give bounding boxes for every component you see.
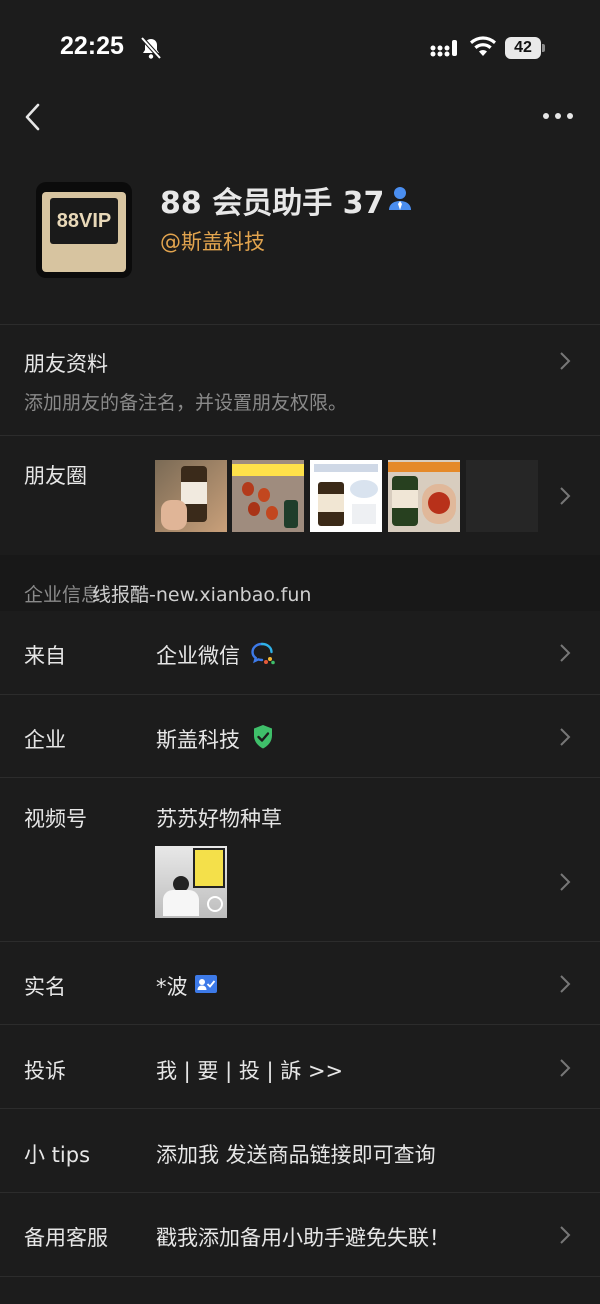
enterprise-value: 斯盖科技 (156, 728, 240, 752)
cellular-signal-icon (430, 40, 457, 57)
status-bar: 22:25 42 (0, 0, 600, 96)
divider (0, 324, 600, 325)
complaint-value: 我 | 要 | 投 | 訴 >> (156, 1059, 344, 1083)
realname-label: 实名 (24, 975, 66, 999)
channels-label: 视频号 (24, 807, 87, 831)
moments-thumbnail (310, 460, 382, 532)
chevron-right-icon (560, 975, 571, 993)
chevron-right-icon (560, 352, 571, 370)
tips-value: 添加我 发送商品链接即可查询 (156, 1143, 436, 1167)
divider (0, 1276, 600, 1277)
enterprise-section-title: 企业信息 (24, 584, 101, 606)
id-verified-icon (195, 975, 217, 993)
avatar-text: 88VIP (50, 198, 118, 244)
battery-level: 42 (514, 39, 532, 56)
backup-label: 备用客服 (24, 1226, 108, 1250)
moments-thumbnail (155, 460, 227, 532)
enterprise-label: 企业 (24, 728, 66, 752)
chevron-right-icon (560, 487, 571, 505)
company-handle[interactable]: @斯盖科技 (160, 226, 265, 256)
friend-info-label: 朋友资料 (24, 352, 108, 376)
verified-shield-icon (254, 725, 272, 749)
chevron-right-icon (560, 873, 571, 891)
tips-label: 小 tips (24, 1143, 91, 1167)
wecom-icon (251, 642, 275, 665)
contact-name: 88 会员助手 37 (160, 186, 385, 221)
moments-thumbnail (388, 460, 460, 532)
divider (0, 694, 600, 695)
divider (0, 941, 600, 942)
from-value: 企业微信 (156, 644, 240, 668)
channels-value: 苏苏好物种草 (156, 807, 282, 831)
moments-thumbnail (232, 460, 304, 532)
wifi-icon (470, 36, 496, 56)
realname-value: *波 (156, 975, 188, 999)
more-options-icon[interactable] (542, 108, 574, 124)
chevron-right-icon (560, 728, 571, 746)
moments-label: 朋友圈 (24, 464, 87, 488)
complaint-label: 投诉 (24, 1059, 66, 1083)
avatar[interactable]: 88VIP (36, 182, 132, 278)
moments-thumbnail-empty (466, 460, 538, 532)
friend-info-hint: 添加朋友的备注名，并设置朋友权限。 (24, 392, 348, 414)
battery-indicator: 42 (505, 37, 545, 59)
enterprise-user-icon (389, 187, 411, 210)
watermark: 线报酷-new.xianbao.fun (92, 584, 312, 606)
chevron-right-icon (560, 1226, 571, 1244)
divider (0, 435, 600, 436)
divider (0, 1024, 600, 1025)
channels-video-thumbnail (155, 846, 227, 918)
back-arrow-icon[interactable] (22, 100, 46, 134)
divider (0, 1192, 600, 1193)
from-label: 来自 (24, 644, 66, 668)
backup-value: 戳我添加备用小助手避免失联！ (156, 1226, 450, 1250)
chevron-right-icon (560, 1059, 571, 1077)
bell-muted-icon (140, 36, 162, 60)
chevron-right-icon (560, 644, 571, 662)
divider (0, 1108, 600, 1109)
status-time: 22:25 (60, 32, 124, 60)
divider (0, 777, 600, 778)
